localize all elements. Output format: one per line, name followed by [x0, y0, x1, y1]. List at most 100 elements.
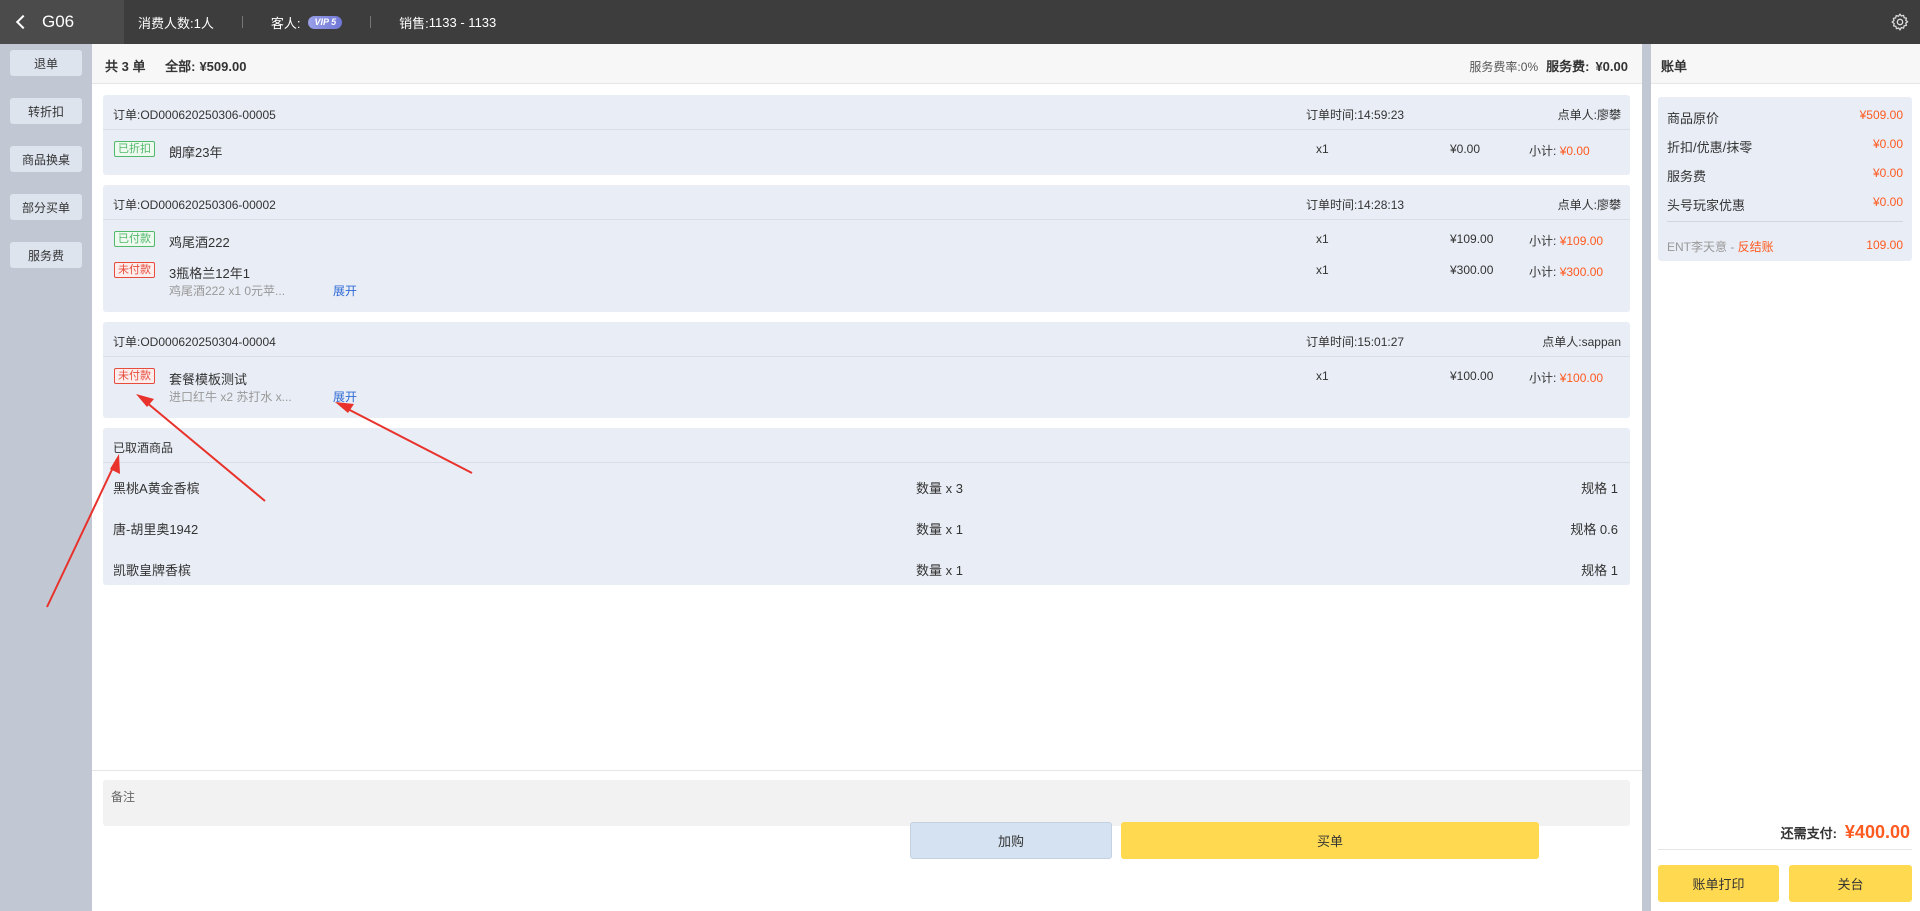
- taken-item-qty: 数量 x 3: [916, 481, 963, 496]
- expand-link[interactable]: 展开: [333, 388, 357, 405]
- order-time-label: 订单时间:: [1306, 108, 1358, 122]
- partial-pay-button[interactable]: 部分买单: [10, 194, 82, 220]
- order-item: 已折扣 朗摩23年 x1 ¥0.00 小计: ¥0.00: [103, 135, 1630, 165]
- bill-panel: 账单 商品原价 ¥509.00 折扣/优惠/抹零 ¥0.00 服务费 ¥0.00…: [1651, 44, 1920, 911]
- divider: [370, 16, 372, 28]
- panel-splitter[interactable]: [1642, 44, 1651, 911]
- package-detail: 鸡尾酒222 x1 0元苹...: [169, 284, 286, 298]
- item-qty: x1: [1316, 232, 1329, 246]
- order-header: 订单:OD000620250304-00004 订单时间:15:01:27 点单…: [103, 322, 1630, 357]
- top-bar: G06 消费人数: 1人 客人: VIP 5 销售: 1133 - 1133: [0, 0, 1920, 44]
- guests-value: 1人: [193, 15, 214, 31]
- order-header: 订单:OD000620250306-00002 订单时间:14:28:13 点单…: [103, 185, 1630, 220]
- taken-item-spec: 规格 1: [1581, 563, 1618, 578]
- bill-row: 头号玩家优惠 ¥0.00: [1658, 192, 1912, 213]
- service-fee-button[interactable]: 服务费: [10, 242, 82, 268]
- gear-icon[interactable]: [1890, 12, 1910, 32]
- order-header: 订单:OD000620250306-00005 订单时间:14:59:23 点单…: [103, 95, 1630, 130]
- subtotal-value: ¥0.00: [1559, 144, 1590, 158]
- package-detail: 进口红牛 x2 苏打水 x...: [169, 390, 292, 404]
- ent-label: ENT李天意 -: [1667, 240, 1738, 254]
- taken-item-qty: 数量 x 1: [916, 522, 963, 537]
- print-bill-button[interactable]: 账单打印: [1658, 865, 1779, 902]
- table-name: G06: [42, 12, 75, 31]
- order-card: 订单:OD000620250304-00004 订单时间:15:01:27 点单…: [103, 322, 1630, 418]
- guests-label: 消费人数:: [138, 15, 194, 31]
- order-time-label: 订单时间:: [1306, 198, 1358, 212]
- order-card: 订单:OD000620250306-00005 订单时间:14:59:23 点单…: [103, 95, 1630, 175]
- bill-row-value: ¥509.00: [1859, 108, 1903, 122]
- back-button[interactable]: G06: [0, 0, 124, 44]
- item-qty: x1: [1316, 263, 1329, 277]
- item-price: ¥300.00: [1450, 263, 1494, 277]
- subtotal-value: ¥100.00: [1559, 371, 1604, 385]
- order-no-label: 订单:: [113, 198, 141, 212]
- taken-item-spec: 规格 1: [1581, 481, 1618, 496]
- amount-due: 还需支付: ¥400.00: [1781, 822, 1910, 843]
- orderer-label: 点单人:: [1542, 335, 1582, 349]
- order-no: OD000620250306-00005: [140, 108, 276, 122]
- taken-item-name: 唐-胡里奥1942: [113, 522, 199, 537]
- taken-item-name: 黑桃A黄金香槟: [113, 481, 200, 496]
- order-no: OD000620250306-00002: [140, 198, 276, 212]
- expand-link[interactable]: 展开: [333, 282, 357, 299]
- customer-label: 客人:: [270, 15, 301, 31]
- bill-row: 服务费 ¥0.00: [1658, 163, 1912, 184]
- ent-value: 109.00: [1866, 238, 1903, 252]
- close-table-button[interactable]: 关台: [1789, 865, 1912, 902]
- bill-row-value: ¥0.00: [1872, 166, 1903, 180]
- orderer: 廖攀: [1596, 108, 1621, 122]
- orderer-label: 点单人:: [1557, 108, 1597, 122]
- service-rate-label: 服务费率:: [1469, 60, 1521, 74]
- note-input[interactable]: 备注: [103, 780, 1630, 826]
- divider: [241, 16, 243, 28]
- add-purchase-button[interactable]: 加购: [910, 822, 1112, 859]
- service-fee-label: 服务费:: [1546, 59, 1590, 74]
- divider: [1667, 221, 1903, 222]
- bill-row-label: 折扣/优惠/抹零: [1667, 140, 1753, 155]
- move-items-button[interactable]: 商品换桌: [10, 146, 82, 172]
- taken-items-title: 已取酒商品: [103, 428, 1630, 463]
- list-item: 黑桃A黄金香槟 数量 x 3 规格 1: [103, 470, 1630, 500]
- order-time: 14:28:13: [1357, 198, 1405, 212]
- transfer-discount-button[interactable]: 转折扣: [10, 98, 82, 124]
- taken-item-name: 凯歌皇牌香槟: [113, 563, 192, 578]
- taken-items-card: 已取酒商品 黑桃A黄金香槟 数量 x 3 规格 1 唐-胡里奥1942 数量 x…: [103, 428, 1630, 585]
- service-fee-value: ¥0.00: [1595, 59, 1628, 74]
- total-label: 全部:: [165, 59, 196, 74]
- bill-row-value: ¥0.00: [1872, 195, 1903, 209]
- item-price: ¥100.00: [1450, 369, 1494, 383]
- bill-breakdown: 商品原价 ¥509.00 折扣/优惠/抹零 ¥0.00 服务费 ¥0.00 头号…: [1658, 97, 1912, 261]
- bill-row-label: 商品原价: [1667, 111, 1720, 126]
- order-no: OD000620250304-00004: [140, 335, 276, 349]
- bill-row: 商品原价 ¥509.00: [1658, 105, 1912, 126]
- bill-row-label: 头号玩家优惠: [1667, 198, 1746, 213]
- checkout-button[interactable]: 买单: [1121, 822, 1539, 859]
- item-qty: x1: [1316, 369, 1329, 383]
- order-card: 订单:OD000620250306-00002 订单时间:14:28:13 点单…: [103, 185, 1630, 312]
- status-badge: 已付款: [114, 231, 155, 247]
- refund-button[interactable]: 退单: [10, 50, 82, 76]
- item-name: 套餐模板测试: [169, 372, 248, 387]
- vip-badge: VIP 5: [308, 15, 343, 29]
- status-badge: 未付款: [114, 368, 155, 384]
- reverse-checkout-link[interactable]: 反结账: [1738, 240, 1774, 254]
- sales-label: 销售:: [399, 15, 429, 31]
- orderer-label: 点单人:: [1557, 198, 1597, 212]
- list-item: 凯歌皇牌香槟 数量 x 1 规格 1: [103, 552, 1630, 582]
- amount-due-label: 还需支付:: [1780, 826, 1837, 841]
- status-badge: 未付款: [114, 262, 155, 278]
- session-info: 消费人数: 1人 客人: VIP 5 销售: 1133 - 1133: [138, 0, 496, 44]
- item-price: ¥109.00: [1450, 232, 1494, 246]
- service-rate-value: 0%: [1520, 60, 1539, 74]
- subtotal-value: ¥300.00: [1559, 265, 1604, 279]
- orderer: 廖攀: [1596, 198, 1621, 212]
- order-item: 未付款 3瓶格兰12年1 x1 ¥300.00 小计: ¥300.00 鸡尾酒2…: [103, 256, 1630, 302]
- subtotal-label: 小计:: [1529, 234, 1557, 248]
- subtotal-label: 小计:: [1529, 265, 1557, 279]
- status-badge: 已折扣: [114, 141, 155, 157]
- taken-item-qty: 数量 x 1: [916, 563, 963, 578]
- order-time: 15:01:27: [1357, 335, 1405, 349]
- subtotal-label: 小计:: [1529, 371, 1557, 385]
- bill-title: 账单: [1651, 44, 1920, 84]
